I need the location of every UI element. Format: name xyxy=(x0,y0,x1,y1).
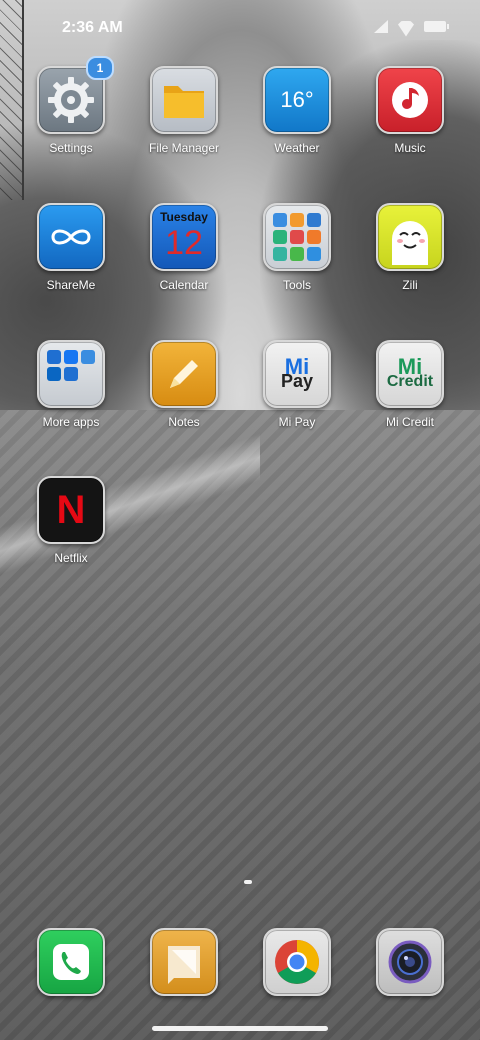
app-label: Netflix xyxy=(54,551,88,565)
page-indicator xyxy=(244,880,252,884)
app-label: Settings xyxy=(49,141,93,155)
home-gesture-bar[interactable] xyxy=(152,1026,328,1031)
app-settings[interactable]: 1 Settings xyxy=(21,56,121,155)
wifi-icon xyxy=(398,21,414,33)
cellular-signal-icon xyxy=(374,20,388,33)
camera-lens-glyph xyxy=(388,940,432,984)
netflix-logo: N xyxy=(56,487,86,532)
music-note-icon xyxy=(376,66,444,134)
app-label: ShareMe xyxy=(46,278,96,292)
folder-icon xyxy=(150,66,218,134)
mi-pay-icon: Mi Pay xyxy=(263,340,331,408)
app-shareme[interactable]: ShareMe xyxy=(21,203,121,292)
status-time: 2:36 AM xyxy=(62,19,123,36)
dock-phone[interactable] xyxy=(21,928,121,996)
netflix-icon: N xyxy=(37,476,105,544)
dock-camera[interactable] xyxy=(360,928,460,996)
app-mi-credit[interactable]: Mi Credit Mi Credit xyxy=(360,340,460,429)
app-tools[interactable]: Tools xyxy=(247,203,347,292)
app-file-manager[interactable]: File Manager xyxy=(134,66,234,155)
app-label: Notes xyxy=(168,415,200,429)
app-zili[interactable]: Zili xyxy=(360,203,460,292)
infinity-glyph xyxy=(51,229,91,245)
app-notes[interactable]: Notes xyxy=(134,340,234,429)
app-label: Calendar xyxy=(159,278,209,292)
app-weather[interactable]: 16° Weather xyxy=(247,66,347,155)
phone-icon xyxy=(37,928,105,996)
mi-credit-icon: Mi Credit xyxy=(376,340,444,408)
camera-icon xyxy=(376,928,444,996)
more-apps-grid xyxy=(47,350,95,398)
tools-app-grid xyxy=(273,213,321,261)
app-label: Mi Pay xyxy=(278,415,316,429)
zili-ghost-icon xyxy=(376,203,444,271)
app-label: Weather xyxy=(274,141,320,155)
dock-chrome[interactable] xyxy=(247,928,347,996)
app-netflix[interactable]: N Netflix xyxy=(21,476,121,565)
calendar-icon: Tuesday 12 xyxy=(150,203,218,271)
ghost-glyph xyxy=(392,221,428,265)
app-more-apps-folder[interactable]: More apps xyxy=(21,340,121,429)
app-label: Music xyxy=(394,141,426,155)
app-mi-pay[interactable]: Mi Pay Mi Pay xyxy=(247,340,347,429)
calendar-day: Tuesday xyxy=(160,210,208,224)
mi-pay-logo: Mi Pay xyxy=(280,354,314,391)
weather-temperature: 16° xyxy=(280,87,314,112)
status-bar: 2:36 AM xyxy=(0,0,480,56)
tools-folder-icon xyxy=(263,203,331,271)
battery-icon xyxy=(424,21,449,32)
music-glyph xyxy=(392,82,428,118)
message-glyph xyxy=(168,946,200,984)
notes-pencil-icon xyxy=(150,340,218,408)
phone-handset-glyph xyxy=(53,944,89,980)
messaging-icon xyxy=(150,928,218,996)
weather-icon: 16° xyxy=(263,66,331,134)
app-calendar[interactable]: Tuesday 12 Calendar xyxy=(134,203,234,292)
app-music[interactable]: Music xyxy=(360,66,460,155)
app-label: More apps xyxy=(42,415,100,429)
infinity-icon xyxy=(37,203,105,271)
more-apps-folder-icon xyxy=(37,340,105,408)
status-icons xyxy=(374,20,449,33)
calendar-date: 12 xyxy=(165,224,203,262)
app-label: Tools xyxy=(282,278,311,292)
app-label: File Manager xyxy=(148,141,220,155)
chrome-icon xyxy=(263,928,331,996)
pencil-glyph xyxy=(170,360,198,388)
app-label: Mi Credit xyxy=(385,415,434,429)
mi-credit-logo: Mi Credit xyxy=(386,354,434,390)
dock-messaging[interactable] xyxy=(134,928,234,996)
folder-glyph xyxy=(164,86,204,118)
app-label: Zili xyxy=(402,278,418,292)
chrome-logo-glyph xyxy=(275,940,319,984)
notification-badge: 1 xyxy=(86,56,114,80)
